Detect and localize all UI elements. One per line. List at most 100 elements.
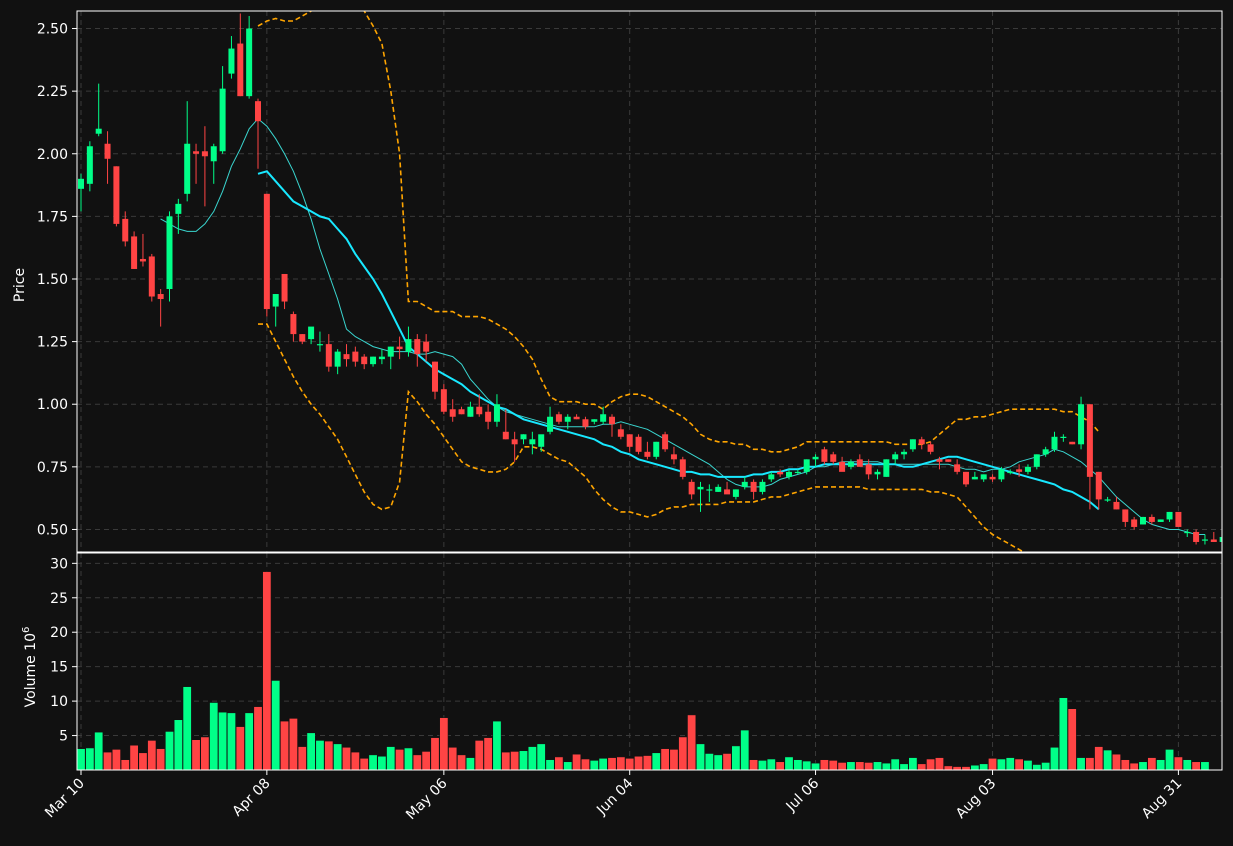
candle-body xyxy=(352,352,358,362)
volume-bar xyxy=(174,720,182,770)
candle-body xyxy=(786,472,792,477)
volume-tick-label: 30 xyxy=(50,556,68,572)
volume-bar xyxy=(360,758,368,770)
volume-bar xyxy=(1059,698,1067,770)
volume-bar xyxy=(431,738,439,770)
candle-body xyxy=(751,482,757,492)
candle-body xyxy=(459,409,465,414)
volume-bar xyxy=(1095,747,1103,770)
candle-body xyxy=(246,29,252,97)
volume-bar xyxy=(856,762,864,770)
volume-bar xyxy=(1201,762,1209,770)
volume-bar xyxy=(1103,750,1111,770)
volume-bar xyxy=(165,731,173,770)
volume-bar xyxy=(475,740,483,770)
candle-body xyxy=(87,146,93,184)
volume-bar xyxy=(935,758,943,770)
candle-body xyxy=(698,487,704,490)
candle-body xyxy=(636,437,642,452)
candle-body xyxy=(193,151,199,154)
volume-bar xyxy=(528,747,536,770)
volume-tick-label: 5 xyxy=(59,729,68,745)
candle-body xyxy=(1122,509,1128,522)
volume-bar xyxy=(873,762,881,770)
volume-bar xyxy=(785,757,793,770)
volume-bar xyxy=(510,751,518,770)
candle-body xyxy=(1087,404,1093,477)
volume-bar xyxy=(953,767,961,770)
volume-bar xyxy=(103,752,111,770)
candle-body xyxy=(414,339,420,354)
volume-bar xyxy=(77,749,85,770)
candle-body xyxy=(335,352,341,367)
candle-body xyxy=(1140,517,1146,525)
candle-body xyxy=(998,469,1004,479)
volume-bar xyxy=(218,712,226,770)
volume-bar xyxy=(572,754,580,770)
candle-body xyxy=(857,459,863,467)
candle-body xyxy=(848,462,854,467)
candle-body xyxy=(1149,517,1155,522)
volume-bar xyxy=(183,687,191,770)
volume-axis: 51015202530 xyxy=(50,556,77,744)
candle-body xyxy=(830,454,836,462)
candle-body xyxy=(574,417,580,420)
candle-body xyxy=(1025,467,1031,472)
candle-body xyxy=(1096,472,1102,500)
volume-bar xyxy=(316,740,324,770)
volume-bar xyxy=(1192,762,1200,770)
candle-body xyxy=(441,389,447,412)
candle-body xyxy=(742,482,748,487)
volume-tick-label: 15 xyxy=(50,660,68,676)
price-axis-label: Price xyxy=(12,268,28,302)
volume-bar xyxy=(643,756,651,770)
candle-body xyxy=(131,236,137,269)
candle-body xyxy=(547,417,553,432)
candle-body xyxy=(689,482,695,495)
volume-bar xyxy=(811,763,819,770)
volume-bar xyxy=(971,765,979,770)
candle-body xyxy=(565,417,571,422)
chart-figure: 0.500.751.001.251.501.752.002.252.50 510… xyxy=(0,0,1233,842)
volume-tick-label: 20 xyxy=(50,625,68,641)
candle-body xyxy=(724,489,730,494)
candle-body xyxy=(485,412,491,422)
x-tick-label: Jul 06 xyxy=(783,775,823,815)
candle-body xyxy=(901,452,907,455)
volume-bar xyxy=(519,751,527,770)
candle-body xyxy=(1052,437,1058,450)
volume-bar xyxy=(422,751,430,770)
volume-axis-label: Volume 106 xyxy=(21,627,39,708)
candle-body xyxy=(582,419,588,427)
volume-bar xyxy=(926,759,934,770)
price-tick-label: 1.50 xyxy=(37,272,68,288)
volume-bar xyxy=(1121,760,1129,770)
volume-bar xyxy=(466,758,474,770)
candle-body xyxy=(715,487,721,492)
volume-bar xyxy=(679,737,687,770)
candle-body xyxy=(167,216,173,289)
volume-bar xyxy=(1174,757,1182,770)
candle-body xyxy=(529,439,535,444)
volume-bar xyxy=(342,747,350,770)
volume-bar xyxy=(1033,764,1041,770)
volume-bar xyxy=(457,755,465,770)
volume-bar xyxy=(404,748,412,770)
candle-body xyxy=(96,129,102,134)
candle-body xyxy=(237,44,243,97)
candle-body xyxy=(1069,442,1075,445)
volume-bar xyxy=(749,760,757,770)
x-axis: Mar 10Apr 08May 06Jun 04Jul 06Aug 03Aug … xyxy=(42,770,1185,823)
volume-bar xyxy=(918,764,926,770)
volume-bar xyxy=(617,757,625,770)
volume-bar xyxy=(741,730,749,770)
volume-bars xyxy=(77,572,1209,770)
volume-bar xyxy=(413,755,421,770)
candle-body xyxy=(653,442,659,457)
price-tick-label: 2.50 xyxy=(37,22,68,38)
candle-body xyxy=(768,474,774,479)
volume-bar xyxy=(121,760,129,770)
volume-bar xyxy=(298,747,306,770)
volume-bar xyxy=(608,758,616,770)
volume-bar xyxy=(891,759,899,770)
